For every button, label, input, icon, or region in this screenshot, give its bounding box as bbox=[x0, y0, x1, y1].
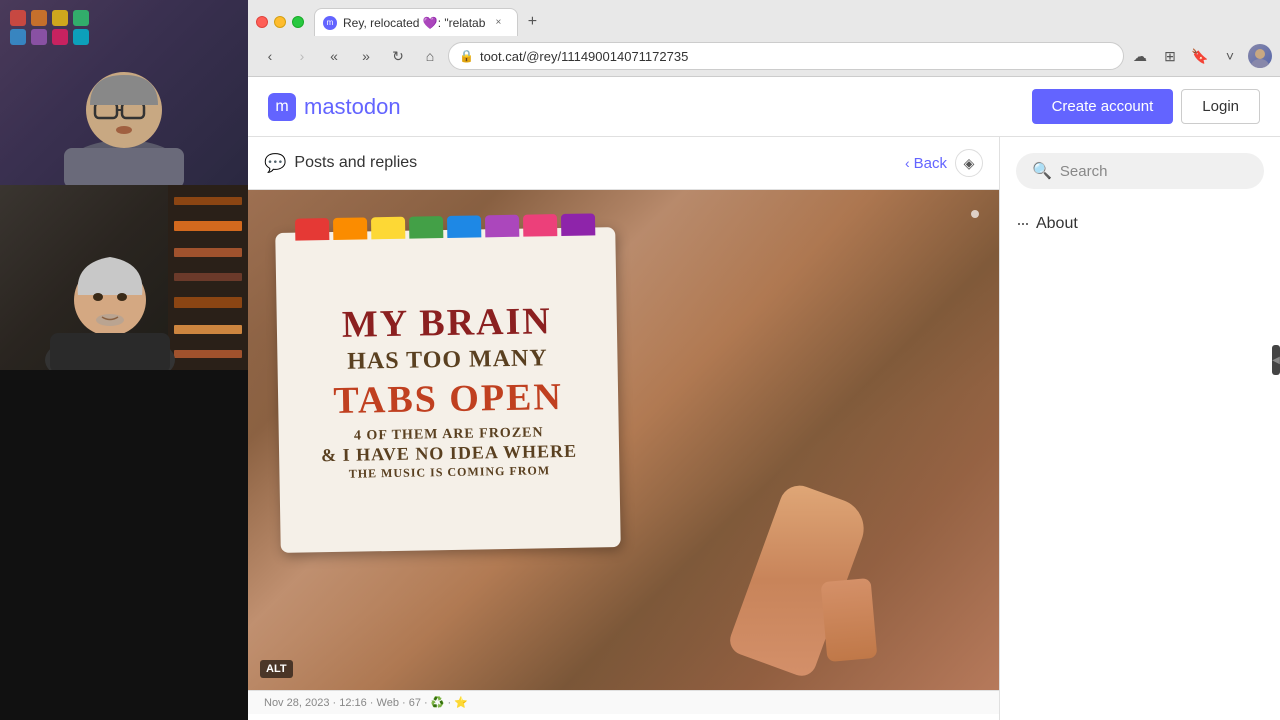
downloads-icon[interactable]: ⊞ bbox=[1158, 44, 1182, 68]
brain-sign: MY BRAIN HAS TOO MANY TABS OPEN 4 OF THE… bbox=[275, 227, 621, 553]
video-feed-1 bbox=[0, 0, 248, 185]
back-link[interactable]: ‹ Back bbox=[905, 155, 947, 172]
mastodon-logo-text: mastodon bbox=[304, 94, 401, 120]
home-button[interactable]: ⌂ bbox=[416, 42, 444, 70]
posts-icon: 💬 bbox=[264, 153, 286, 174]
search-icon: 🔍 bbox=[1032, 161, 1052, 181]
posts-title: Posts and replies bbox=[294, 154, 417, 172]
person1-silhouette bbox=[0, 0, 248, 185]
mastodon-app: m mastodon Create account Login bbox=[248, 77, 1280, 720]
video-feed-2 bbox=[0, 185, 248, 370]
sign-line-3: TABS OPEN bbox=[320, 375, 577, 425]
mastodon-body: 💬 Posts and replies ‹ Back ◈ bbox=[248, 137, 1280, 720]
browser-chrome: m Rey, relocated 💜: "relatab × + ‹ › « »… bbox=[248, 0, 1280, 77]
person1-background bbox=[0, 0, 248, 185]
mastodon-header: m mastodon Create account Login bbox=[248, 77, 1280, 137]
sign-tabs bbox=[295, 213, 595, 240]
tab-bar: m Rey, relocated 💜: "relatab × + bbox=[248, 0, 1280, 36]
security-icon: 🔒 bbox=[459, 49, 474, 63]
tab-red bbox=[295, 218, 329, 241]
browser-controls: ☁ ⊞ 🔖 ˅ bbox=[1128, 44, 1272, 68]
tab-blue bbox=[447, 215, 481, 238]
url-text: toot.cat/@rey/111490014071172735 bbox=[480, 49, 1113, 64]
navigation-bar: ‹ › « » ↻ ⌂ 🔒 toot.cat/@rey/111490014071… bbox=[248, 36, 1280, 76]
posts-title-area: 💬 Posts and replies bbox=[264, 153, 417, 174]
tab-favicon: m bbox=[323, 16, 337, 30]
mastodon-logo-icon: m bbox=[268, 93, 296, 121]
maximize-button[interactable] bbox=[292, 16, 304, 28]
close-button[interactable] bbox=[256, 16, 268, 28]
posts-navigation: ‹ Back ◈ bbox=[905, 149, 983, 177]
back-arrow-icon: ‹ bbox=[905, 155, 910, 171]
history-forward-button[interactable]: » bbox=[352, 42, 380, 70]
person2-background bbox=[0, 185, 248, 370]
tab-violet bbox=[561, 213, 595, 236]
post-footer: Nov 28, 2023 · 12:16 · Web · 67 · ♻️ · ⭐ bbox=[248, 690, 999, 714]
shield-icon[interactable]: ◈ bbox=[955, 149, 983, 177]
address-bar[interactable]: 🔒 toot.cat/@rey/111490014071172735 bbox=[448, 42, 1124, 70]
tab-green bbox=[409, 216, 443, 239]
profile-chevron[interactable]: ˅ bbox=[1218, 44, 1242, 68]
new-tab-button[interactable]: + bbox=[520, 10, 544, 34]
right-sidebar: 🔍 Search ··· About bbox=[1000, 137, 1280, 720]
sign-line-2: HAS TOO MANY bbox=[319, 344, 575, 377]
sign-line-6: THE MUSIC IS COMING FROM bbox=[321, 463, 577, 482]
profile-avatar[interactable] bbox=[1248, 44, 1272, 68]
tab-pink bbox=[523, 214, 557, 237]
create-account-button[interactable]: Create account bbox=[1032, 89, 1174, 124]
minimize-button[interactable] bbox=[274, 16, 286, 28]
hand-sign-group: MY BRAIN HAS TOO MANY TABS OPEN 4 OF THE… bbox=[248, 190, 999, 690]
sign-line-1: MY BRAIN bbox=[319, 298, 576, 348]
image-dot bbox=[971, 210, 979, 218]
resize-handle[interactable] bbox=[1272, 345, 1280, 375]
browser-tab-active[interactable]: m Rey, relocated 💜: "relatab × bbox=[314, 8, 518, 36]
browser-content: m mastodon Create account Login bbox=[248, 77, 1280, 720]
about-dots-icon: ··· bbox=[1016, 213, 1028, 234]
browser-window: m Rey, relocated 💜: "relatab × + ‹ › « »… bbox=[248, 0, 1280, 720]
tab-close-button[interactable]: × bbox=[491, 16, 505, 30]
post-timestamp: Nov 28, 2023 · 12:16 · Web · 67 · ♻️ · ⭐ bbox=[264, 696, 468, 709]
search-box[interactable]: 🔍 Search bbox=[1016, 153, 1264, 189]
back-button[interactable]: ‹ bbox=[256, 42, 284, 70]
person2-silhouette bbox=[0, 185, 248, 370]
about-link[interactable]: ··· About bbox=[1016, 209, 1264, 238]
tab-yellow bbox=[371, 217, 405, 240]
header-actions: Create account Login bbox=[1032, 89, 1260, 124]
tab-title: Rey, relocated 💜: "relatab bbox=[343, 16, 485, 30]
about-label: About bbox=[1036, 215, 1078, 233]
bookmark-icon[interactable]: 🔖 bbox=[1188, 44, 1212, 68]
sign-text: MY BRAIN HAS TOO MANY TABS OPEN 4 OF THE… bbox=[319, 298, 578, 481]
alt-badge[interactable]: ALT bbox=[260, 660, 293, 678]
thumb-shape bbox=[820, 578, 877, 662]
search-placeholder: Search bbox=[1060, 163, 1108, 180]
forward-button[interactable]: › bbox=[288, 42, 316, 70]
refresh-button[interactable]: ↻ bbox=[384, 42, 412, 70]
post-column: 💬 Posts and replies ‹ Back ◈ bbox=[248, 137, 1000, 720]
tab-orange bbox=[333, 217, 367, 240]
post-image: MY BRAIN HAS TOO MANY TABS OPEN 4 OF THE… bbox=[248, 190, 999, 690]
traffic-lights bbox=[256, 16, 304, 28]
cloud-icon[interactable]: ☁ bbox=[1128, 44, 1152, 68]
video-panel bbox=[0, 0, 248, 720]
history-back-button[interactable]: « bbox=[320, 42, 348, 70]
posts-header: 💬 Posts and replies ‹ Back ◈ bbox=[248, 137, 999, 190]
login-button[interactable]: Login bbox=[1181, 89, 1260, 124]
tab-purple bbox=[485, 215, 519, 238]
mastodon-logo[interactable]: m mastodon bbox=[268, 93, 401, 121]
